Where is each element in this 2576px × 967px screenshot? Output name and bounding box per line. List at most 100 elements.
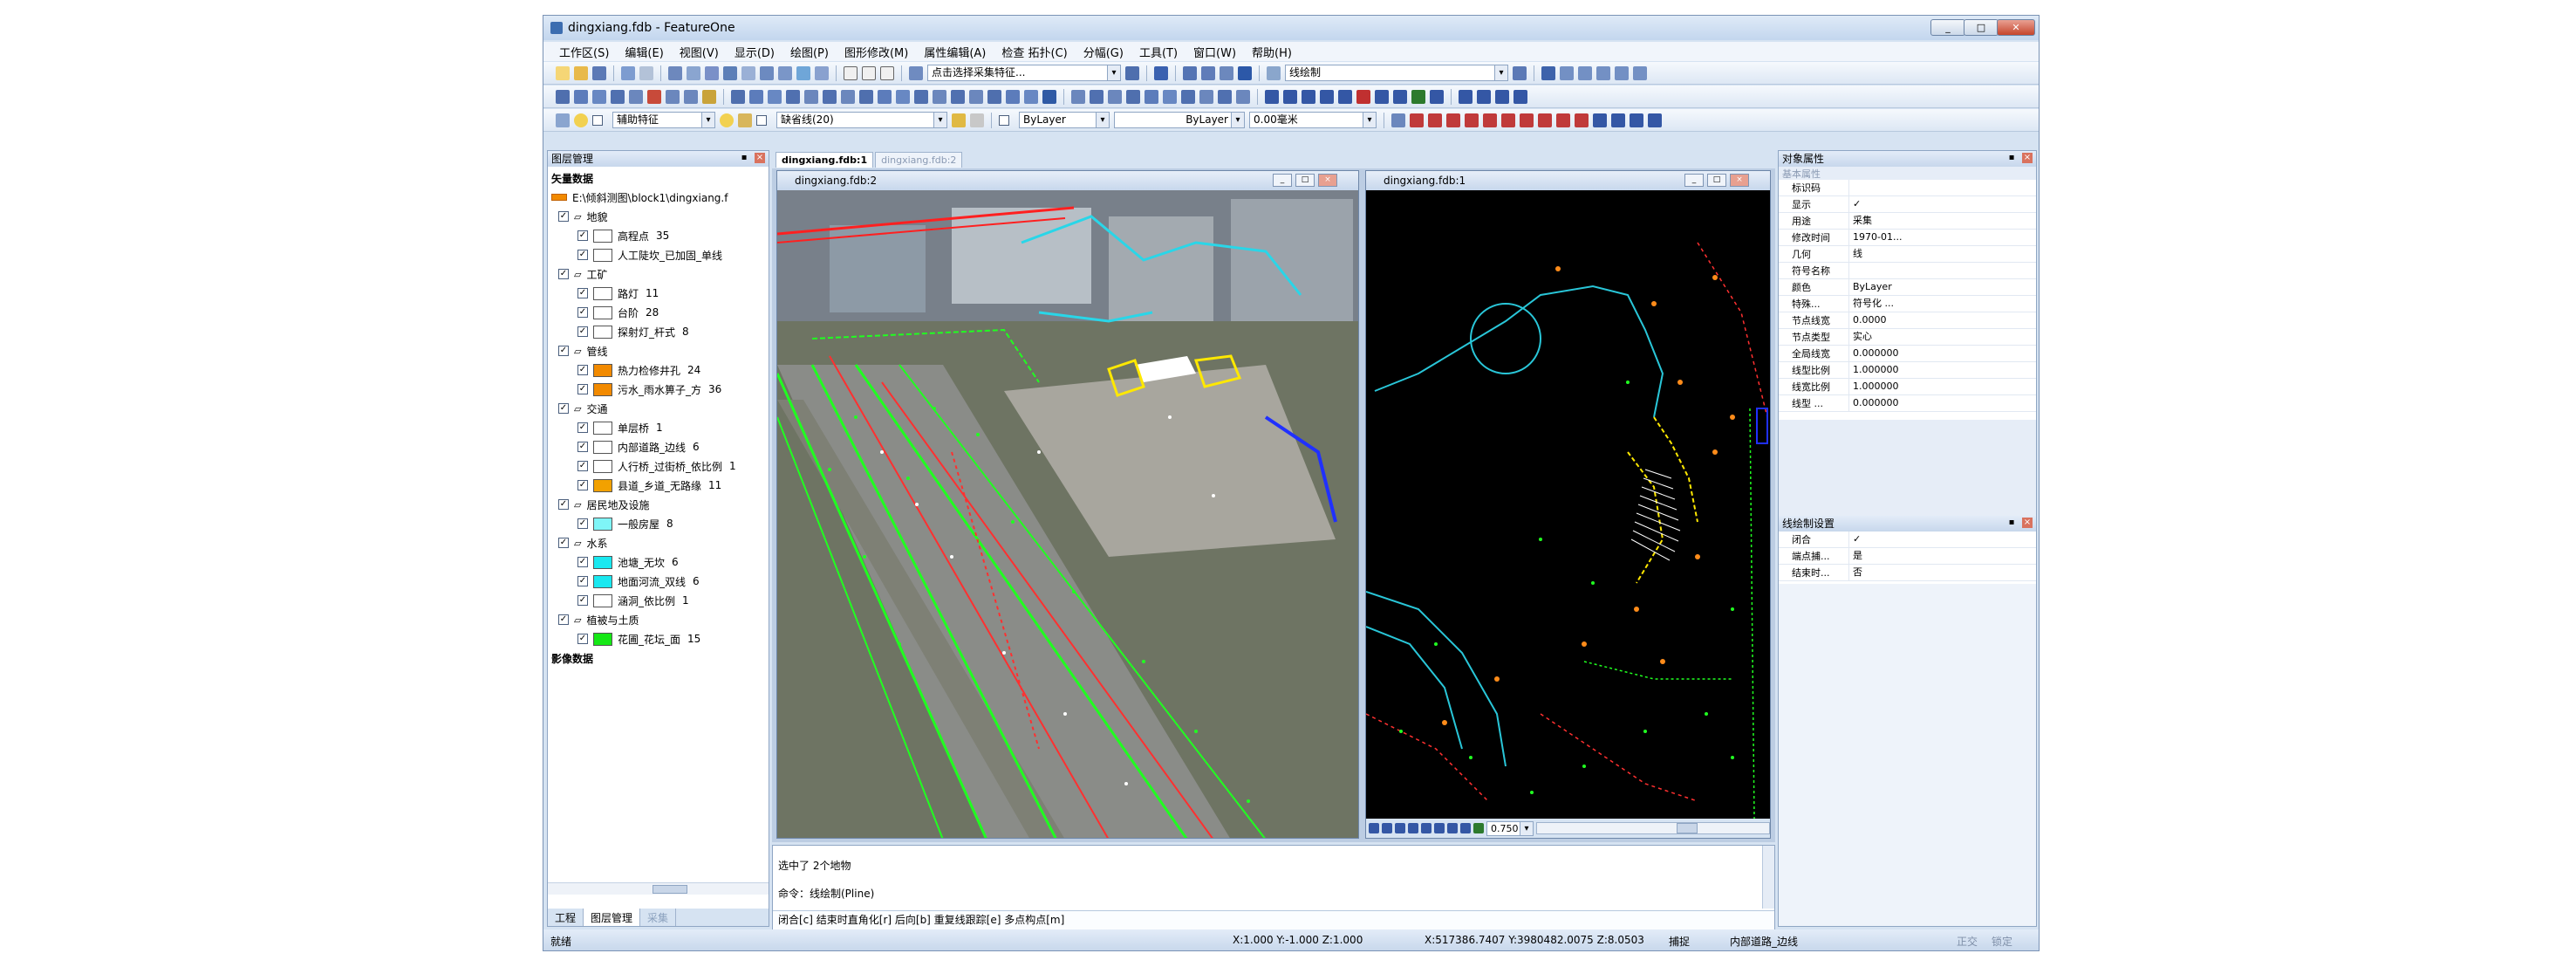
- select-icon[interactable]: [880, 65, 894, 80]
- color-combo[interactable]: ByLayer: [1019, 112, 1110, 128]
- property-value[interactable]: 1.000000: [1848, 379, 2036, 394]
- tool-icon[interactable]: [1520, 113, 1534, 127]
- edit-icon[interactable]: [1199, 89, 1213, 104]
- tree-hscroll[interactable]: [548, 882, 769, 895]
- stop-icon[interactable]: [1154, 65, 1168, 80]
- tool-icon[interactable]: [1541, 65, 1555, 80]
- line-icon[interactable]: [1183, 65, 1197, 80]
- edit-icon[interactable]: [1071, 89, 1085, 104]
- property-value[interactable]: 线: [1848, 246, 2036, 262]
- menu-modify[interactable]: 图形修改(M): [844, 44, 908, 60]
- edit-icon[interactable]: [804, 89, 818, 104]
- layer-group[interactable]: ✓ ▱ 植被与土质: [558, 610, 639, 629]
- go-icon[interactable]: [1125, 65, 1139, 80]
- edit-icon[interactable]: [1283, 89, 1297, 104]
- pan-icon[interactable]: [1369, 823, 1379, 833]
- tool-icon[interactable]: [952, 113, 966, 127]
- linetype-combo[interactable]: ByLayer: [1114, 112, 1245, 128]
- tool-icon[interactable]: [1513, 65, 1527, 80]
- setting-value[interactable]: 是: [1848, 548, 2036, 564]
- property-row[interactable]: 线型 ... 0.000000: [1779, 395, 2036, 412]
- edit-icon[interactable]: [1513, 89, 1527, 104]
- layer-checkbox[interactable]: ✓: [577, 422, 588, 433]
- map-max-button[interactable]: □: [1707, 174, 1726, 187]
- zoom-combo[interactable]: 0.750: [1486, 820, 1534, 836]
- pin-icon[interactable]: ▪: [739, 153, 749, 163]
- edit-icon[interactable]: [786, 89, 800, 104]
- line-setting-row[interactable]: 闭合 ✓: [1779, 532, 2036, 548]
- layer-item[interactable]: ✓ 台阶 28: [577, 303, 659, 322]
- zoom-icon[interactable]: [1421, 823, 1431, 833]
- edit-icon[interactable]: [1126, 89, 1140, 104]
- group-checkbox[interactable]: ✓: [558, 403, 569, 414]
- group-checkbox[interactable]: ✓: [558, 211, 569, 222]
- edit-icon[interactable]: [684, 89, 698, 104]
- select-icon[interactable]: [844, 65, 858, 80]
- setting-value[interactable]: ✓: [1848, 532, 2036, 547]
- line-checkbox[interactable]: [756, 114, 767, 126]
- status-lock[interactable]: 锁定: [1992, 934, 2012, 949]
- layer-item[interactable]: ✓ 人行桥_过街桥_依比例 1: [577, 456, 736, 476]
- property-row[interactable]: 标识码: [1779, 180, 2036, 196]
- color-checkbox[interactable]: [999, 114, 1009, 126]
- tab-layers[interactable]: 图层管理: [584, 909, 641, 926]
- edit-icon[interactable]: [987, 89, 1001, 104]
- property-value[interactable]: 0.000000: [1848, 395, 2036, 411]
- property-row[interactable]: 节点线宽 0.0000: [1779, 312, 2036, 329]
- tool-icon[interactable]: [796, 65, 810, 80]
- edit-icon[interactable]: [574, 89, 588, 104]
- tool-icon[interactable]: [1428, 113, 1442, 127]
- layer-item[interactable]: ✓ 花圃_花坛_面 15: [577, 629, 700, 648]
- layer-group[interactable]: ✓ ▱ 工矿: [558, 264, 607, 284]
- tool-icon[interactable]: [1633, 65, 1647, 80]
- group-checkbox[interactable]: ✓: [558, 614, 569, 625]
- tool-icon[interactable]: [1465, 113, 1479, 127]
- property-value[interactable]: 1.000000: [1848, 362, 2036, 378]
- edit-icon[interactable]: [896, 89, 910, 104]
- edit-icon[interactable]: [1477, 89, 1491, 104]
- tool-icon[interactable]: [1391, 113, 1405, 127]
- edit-icon[interactable]: [1320, 89, 1334, 104]
- layer-checkbox[interactable]: ✓: [577, 634, 588, 644]
- pen-icon[interactable]: [1267, 65, 1281, 80]
- tool-icon[interactable]: [741, 65, 755, 80]
- property-row[interactable]: 几何 线: [1779, 246, 2036, 263]
- tool-icon[interactable]: [1410, 113, 1424, 127]
- tool-icon[interactable]: [705, 65, 719, 80]
- lock-icon[interactable]: [738, 113, 752, 127]
- tool-icon[interactable]: [687, 65, 700, 80]
- edit-icon[interactable]: [1393, 89, 1407, 104]
- edit-icon[interactable]: [556, 89, 570, 104]
- layer-item[interactable]: ✓ 县道_乡道_无路缘 11: [577, 476, 721, 495]
- tool-icon[interactable]: [1538, 113, 1552, 127]
- layer-item[interactable]: ✓ 一般房屋 8: [577, 514, 673, 533]
- edit-icon[interactable]: [1006, 89, 1020, 104]
- minimize-button[interactable]: _: [1930, 19, 1965, 36]
- menu-display[interactable]: 显示(D): [735, 44, 775, 60]
- warn-icon[interactable]: [702, 89, 716, 104]
- zoom-icon[interactable]: [1408, 823, 1418, 833]
- zoom-icon[interactable]: [1447, 823, 1458, 833]
- redo-icon[interactable]: [639, 65, 653, 80]
- rotate-icon[interactable]: [1460, 823, 1471, 833]
- zoom-out-icon[interactable]: [1395, 823, 1405, 833]
- property-value[interactable]: 实心: [1848, 329, 2036, 345]
- property-value[interactable]: 0.0000: [1848, 312, 2036, 328]
- layer-checkbox[interactable]: ✓: [577, 250, 588, 260]
- point-icon[interactable]: [1220, 65, 1233, 80]
- layer-item[interactable]: ✓ 高程点 35: [577, 226, 669, 245]
- edit-icon[interactable]: [914, 89, 928, 104]
- layer-group[interactable]: ✓ ▱ 交通: [558, 399, 607, 418]
- tool-icon[interactable]: [760, 65, 774, 80]
- property-value[interactable]: ByLayer: [1848, 279, 2036, 295]
- menu-sheet[interactable]: 分幅(G): [1083, 44, 1124, 60]
- select-icon[interactable]: [862, 65, 876, 80]
- tool-icon[interactable]: [1593, 113, 1607, 127]
- tool-icon[interactable]: [1578, 65, 1592, 80]
- layer-checkbox[interactable]: ✓: [577, 326, 588, 337]
- property-value[interactable]: [1848, 180, 2036, 195]
- circle-icon[interactable]: [1201, 65, 1215, 80]
- bulb-icon[interactable]: [720, 113, 734, 127]
- property-row[interactable]: 用途 采集: [1779, 213, 2036, 230]
- edit-icon[interactable]: [768, 89, 782, 104]
